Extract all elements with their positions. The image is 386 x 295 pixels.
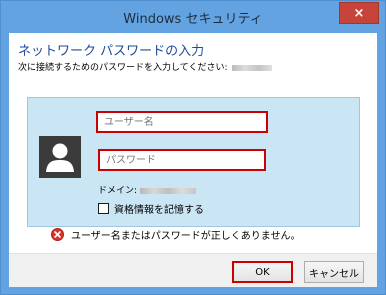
checkbox-icon[interactable] bbox=[98, 203, 109, 214]
credential-panel: ドメイン: 資格情報を記憶する bbox=[27, 97, 360, 227]
user-avatar-icon bbox=[39, 136, 81, 178]
dialog-heading: ネットワーク パスワードの入力 bbox=[18, 44, 205, 59]
domain-label: ドメイン: bbox=[98, 186, 138, 196]
dialog-body: ネットワーク パスワードの入力 次に接続するためのパスワードを入力してください:… bbox=[9, 33, 377, 287]
close-button[interactable]: × bbox=[339, 2, 379, 24]
title-bar[interactable]: Windows セキュリティ × bbox=[1, 1, 385, 33]
domain-row: ドメイン: bbox=[98, 183, 197, 196]
username-field[interactable] bbox=[96, 111, 268, 133]
button-bar: OK キャンセル bbox=[9, 253, 377, 287]
security-dialog-window: Windows セキュリティ × ネットワーク パスワードの入力 次に接続するた… bbox=[0, 0, 386, 295]
remember-label: 資格情報を記憶する bbox=[114, 205, 204, 216]
error-icon bbox=[51, 228, 64, 241]
cancel-button[interactable]: キャンセル bbox=[304, 261, 364, 283]
redacted-host bbox=[231, 64, 272, 71]
subtext-label: 次に接続するためのパスワードを入力してください: bbox=[18, 63, 228, 73]
window-title: Windows セキュリティ bbox=[123, 12, 263, 27]
redacted-domain bbox=[140, 187, 197, 194]
error-message-row: ユーザー名またはパスワードが正しくありません。 bbox=[51, 227, 301, 242]
remember-credentials-option[interactable]: 資格情報を記憶する bbox=[98, 201, 204, 216]
ok-button[interactable]: OK bbox=[232, 261, 293, 283]
error-message: ユーザー名またはパスワードが正しくありません。 bbox=[71, 231, 301, 242]
dialog-subtext: 次に接続するためのパスワードを入力してください: bbox=[18, 60, 272, 73]
password-field[interactable] bbox=[98, 149, 266, 171]
close-icon: × bbox=[353, 5, 365, 21]
